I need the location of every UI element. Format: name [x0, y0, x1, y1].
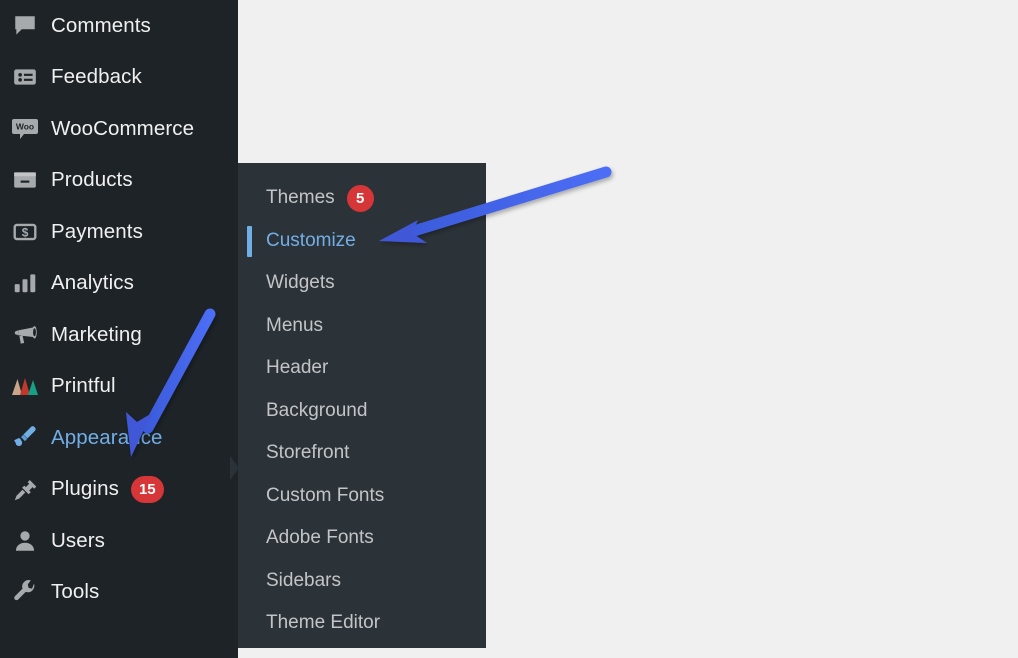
- svg-text:$: $: [22, 225, 29, 239]
- submenu-item-customize[interactable]: Customize: [238, 220, 486, 263]
- sidebar-item-label: Payments: [51, 219, 143, 243]
- submenu-item-widgets[interactable]: Widgets: [238, 262, 486, 305]
- products-icon: [10, 165, 40, 195]
- sidebar-item-label: Appearance: [51, 425, 163, 449]
- sidebar-item-plugins[interactable]: Plugins 15: [0, 464, 238, 516]
- submenu-item-label: Customize: [266, 229, 356, 251]
- comment-icon: [10, 11, 40, 41]
- sidebar-item-tools[interactable]: Tools: [0, 567, 238, 619]
- sidebar-item-label: Users: [51, 528, 106, 552]
- submenu-item-header[interactable]: Header: [238, 347, 486, 390]
- sidebar-item-label: Marketing: [51, 322, 142, 346]
- submenu-item-label: Theme Editor: [266, 612, 381, 634]
- sidebar-item-label: Products: [51, 168, 133, 192]
- appearance-submenu: Themes 5 Customize Widgets Menus Header …: [238, 163, 486, 648]
- woocommerce-icon: Woo: [10, 114, 40, 144]
- themes-update-count: 5: [346, 184, 374, 212]
- sidebar-item-label: Feedback: [51, 65, 142, 89]
- plugins-update-count: 15: [130, 475, 164, 503]
- sidebar-item-users[interactable]: Users: [0, 515, 238, 567]
- sidebar-item-analytics[interactable]: Analytics: [0, 258, 238, 310]
- sidebar-item-label: Tools: [51, 580, 100, 604]
- submenu-item-label: Header: [266, 357, 329, 379]
- submenu-item-sidebars[interactable]: Sidebars: [238, 560, 486, 603]
- submenu-item-themes[interactable]: Themes 5: [238, 177, 486, 220]
- printful-icon: [10, 371, 40, 401]
- megaphone-icon: [10, 320, 40, 350]
- sidebar-item-printful[interactable]: Printful: [0, 361, 238, 413]
- submenu-item-label: Storefront: [266, 442, 350, 464]
- sidebar-item-comments[interactable]: Comments: [0, 0, 238, 52]
- svg-text:Woo: Woo: [16, 121, 34, 131]
- submenu-item-label: Background: [266, 399, 368, 421]
- sidebar-item-appearance[interactable]: Appearance: [0, 412, 238, 464]
- submenu-item-adobe-fonts[interactable]: Adobe Fonts: [238, 517, 486, 560]
- wrench-icon: [10, 577, 40, 607]
- submenu-item-storefront[interactable]: Storefront: [238, 432, 486, 475]
- feedback-icon: [10, 62, 40, 92]
- sidebar-item-payments[interactable]: $ Payments: [0, 206, 238, 258]
- user-icon: [10, 526, 40, 556]
- submenu-item-label: Menus: [266, 314, 324, 336]
- submenu-item-background[interactable]: Background: [238, 390, 486, 433]
- sidebar-item-marketing[interactable]: Marketing: [0, 309, 238, 361]
- admin-sidebar: Comments Feedback Woo WooCommerce Produc…: [0, 0, 238, 658]
- wordpress-admin-screen: Comments Feedback Woo WooCommerce Produc…: [0, 0, 1018, 658]
- sidebar-item-label: Printful: [51, 374, 116, 398]
- submenu-item-theme-editor[interactable]: Theme Editor: [238, 602, 486, 645]
- sidebar-item-woocommerce[interactable]: Woo WooCommerce: [0, 103, 238, 155]
- payments-icon: $: [10, 217, 40, 247]
- submenu-item-label: Themes: [266, 187, 335, 209]
- paintbrush-icon: [10, 423, 40, 453]
- sidebar-item-label: Analytics: [51, 271, 134, 295]
- submenu-item-label: Adobe Fonts: [266, 527, 374, 549]
- submenu-item-label: Sidebars: [266, 569, 341, 591]
- sidebar-item-label: Comments: [51, 13, 151, 37]
- submenu-item-label: Widgets: [266, 272, 335, 294]
- analytics-icon: [10, 268, 40, 298]
- submenu-item-label: Custom Fonts: [266, 484, 385, 506]
- plug-icon: [10, 474, 40, 504]
- sidebar-item-feedback[interactable]: Feedback: [0, 52, 238, 104]
- submenu-item-custom-fonts[interactable]: Custom Fonts: [238, 475, 486, 518]
- sidebar-item-label: WooCommerce: [51, 116, 195, 140]
- submenu-item-menus[interactable]: Menus: [238, 305, 486, 348]
- sidebar-item-label: Plugins: [51, 477, 119, 501]
- sidebar-item-products[interactable]: Products: [0, 155, 238, 207]
